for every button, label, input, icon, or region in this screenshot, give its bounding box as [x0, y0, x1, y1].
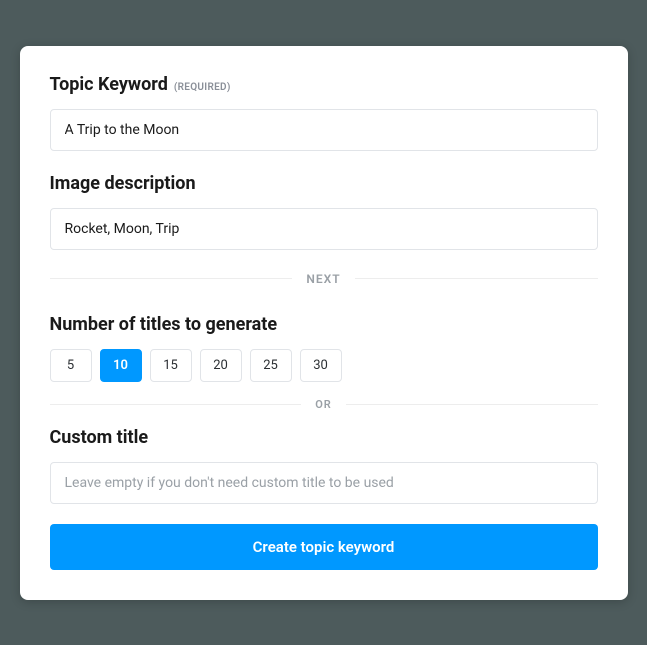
topic-keyword-label: Topic Keyword: [50, 74, 168, 95]
divider-line: [355, 278, 598, 279]
divider-line: [50, 278, 293, 279]
titles-option-5[interactable]: 5: [50, 349, 92, 382]
next-divider-text: NEXT: [306, 272, 340, 286]
divider-line: [50, 404, 302, 405]
custom-title-input[interactable]: [50, 462, 598, 504]
custom-title-label: Custom title: [50, 427, 598, 448]
next-divider: NEXT: [50, 272, 598, 286]
titles-count-group: Number of titles to generate 51015202530: [50, 314, 598, 382]
topic-keyword-label-row: Topic Keyword (REQUIRED): [50, 74, 598, 95]
titles-option-15[interactable]: 15: [150, 349, 192, 382]
or-divider: OR: [50, 398, 598, 411]
image-description-group: Image description: [50, 173, 598, 250]
form-card: Topic Keyword (REQUIRED) Image descripti…: [20, 46, 628, 600]
image-description-input[interactable]: [50, 208, 598, 250]
titles-option-30[interactable]: 30: [300, 349, 342, 382]
titles-option-20[interactable]: 20: [200, 349, 242, 382]
divider-line: [346, 404, 598, 405]
image-description-label: Image description: [50, 173, 598, 194]
or-divider-text: OR: [315, 398, 332, 411]
required-tag: (REQUIRED): [174, 82, 231, 93]
titles-option-10[interactable]: 10: [100, 349, 142, 382]
topic-keyword-group: Topic Keyword (REQUIRED): [50, 74, 598, 151]
titles-option-25[interactable]: 25: [250, 349, 292, 382]
topic-keyword-input[interactable]: [50, 109, 598, 151]
create-topic-keyword-button[interactable]: Create topic keyword: [50, 524, 598, 570]
custom-title-group: Custom title: [50, 427, 598, 504]
titles-count-options: 51015202530: [50, 349, 598, 382]
titles-count-label: Number of titles to generate: [50, 314, 598, 335]
